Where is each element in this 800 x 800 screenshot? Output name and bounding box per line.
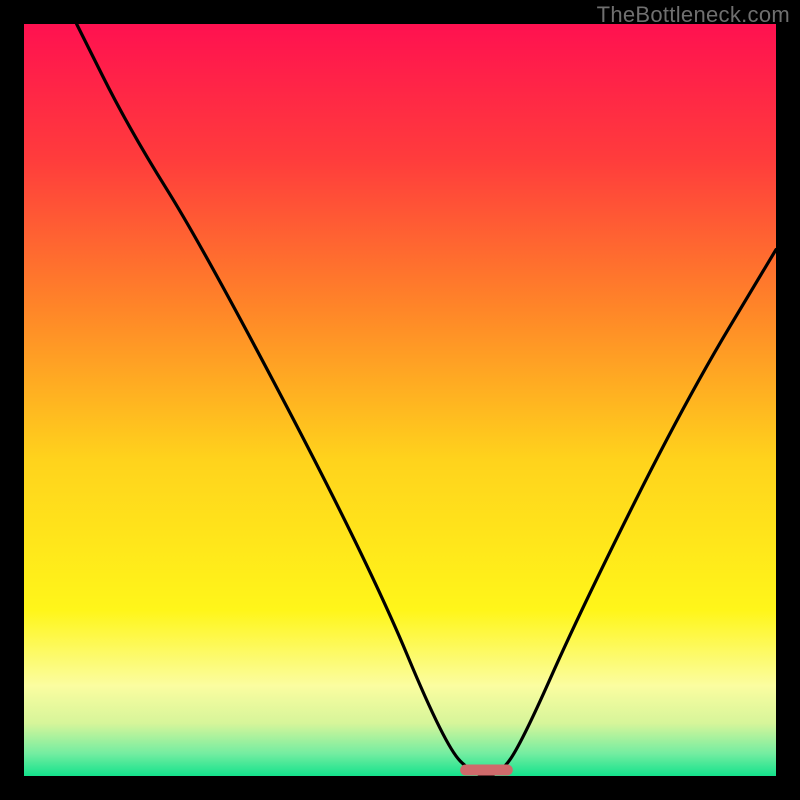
chart-plot-area (24, 24, 776, 776)
chart-svg (24, 24, 776, 776)
watermark-text: TheBottleneck.com (597, 2, 790, 28)
optimum-marker (460, 764, 513, 775)
chart-frame: TheBottleneck.com (0, 0, 800, 800)
